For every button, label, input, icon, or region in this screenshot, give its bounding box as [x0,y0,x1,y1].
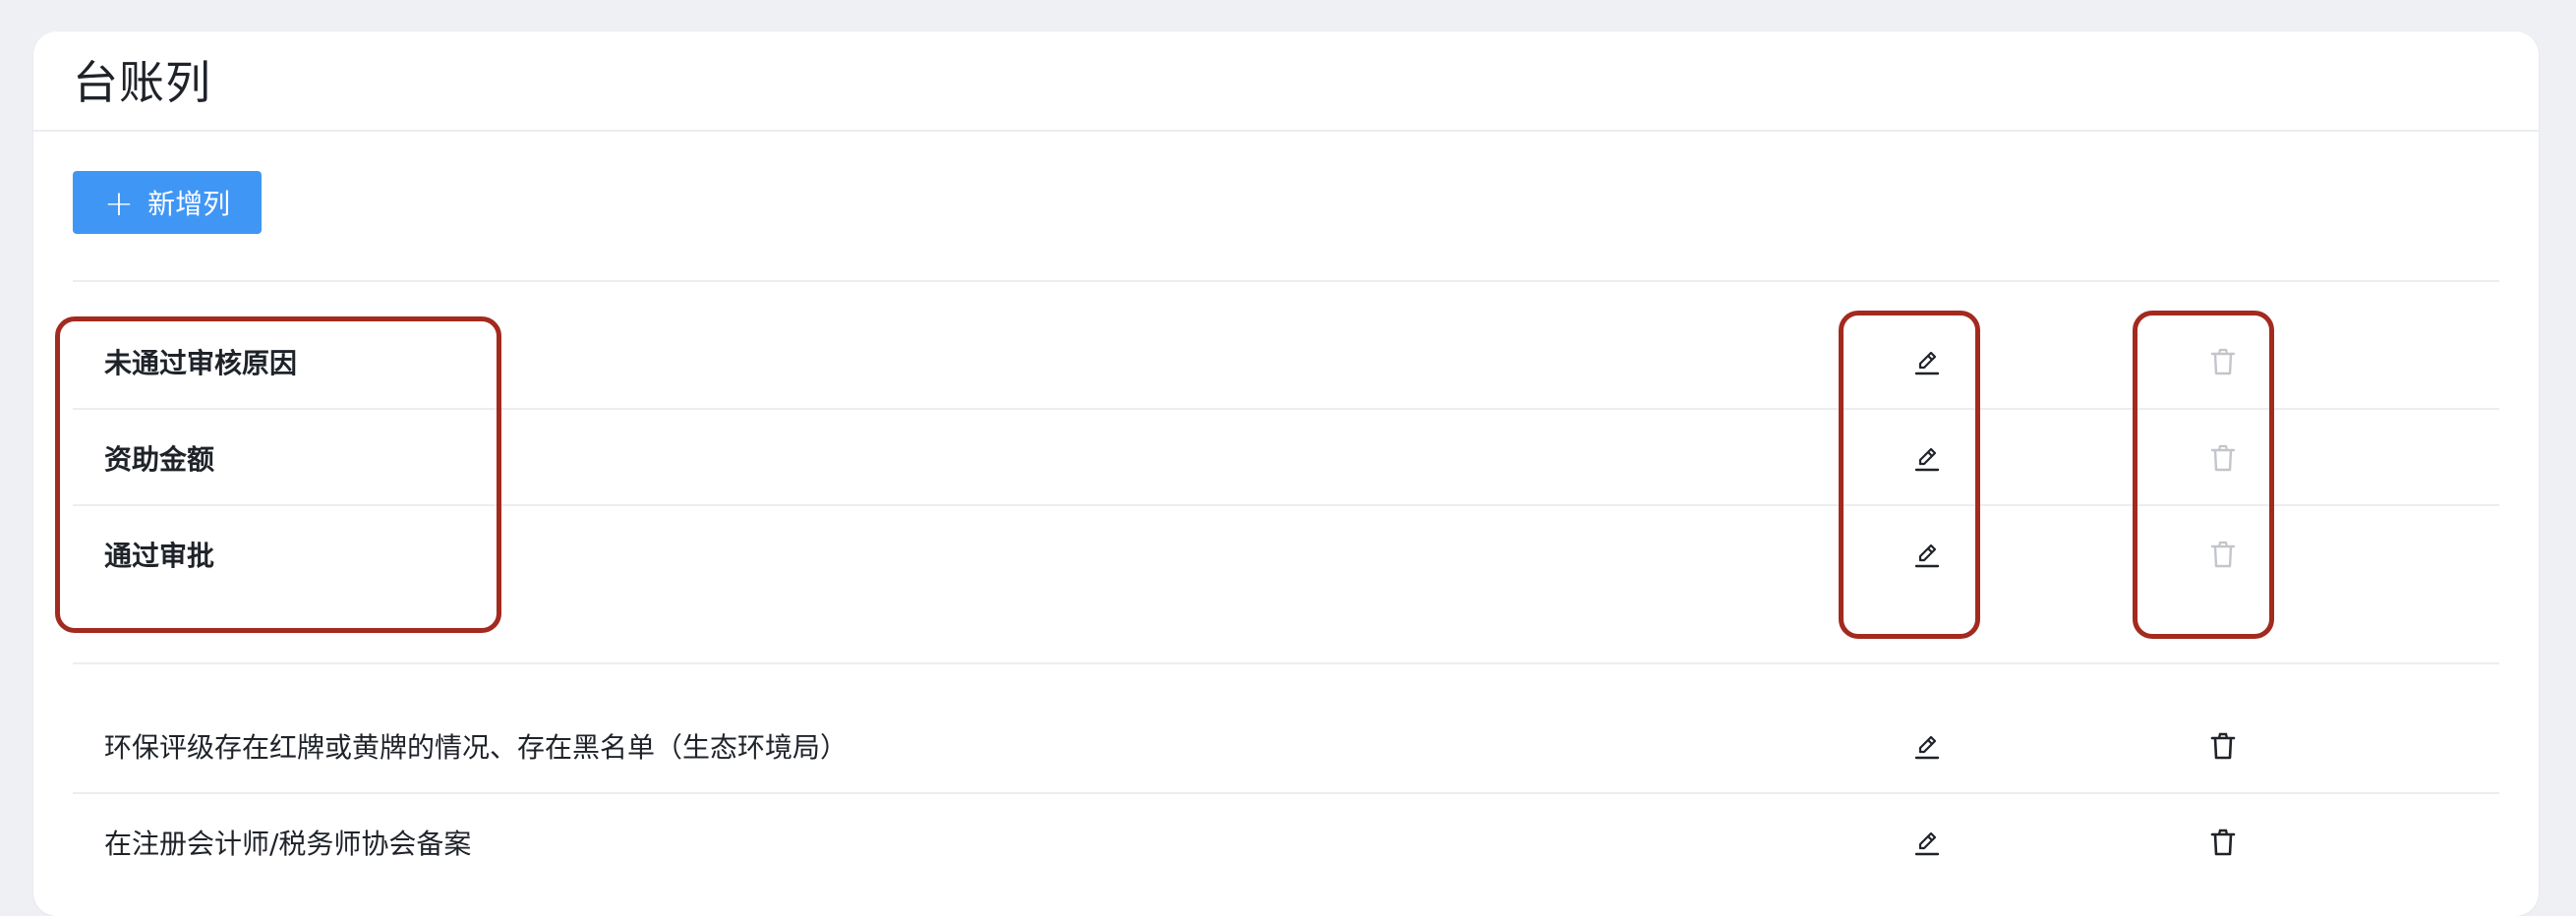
table-row: 通过审批 [73,506,2499,602]
column-name: 通过审批 [104,540,215,572]
trash-icon [2203,342,2243,381]
divider [73,280,2499,282]
column-name: 在注册会计师/税务师协会备案 [104,828,472,860]
section-divider [73,662,2499,664]
table-row: 环保评级存在红牌或黄牌的情况、存在黑名单（生态环境局） [73,698,2499,794]
edit-pen-icon[interactable] [1907,438,1947,478]
edit-pen-icon[interactable] [1907,342,1947,381]
add-column-label: 新增列 [147,188,231,220]
trash-icon [2203,438,2243,478]
column-name: 环保评级存在红牌或黄牌的情况、存在黑名单（生态环境局） [104,731,849,764]
edit-pen-icon[interactable] [1907,535,1947,574]
trash-icon [2203,535,2243,574]
column-name: 资助金额 [104,443,215,476]
page-title: 台账列 [73,56,211,109]
edit-pen-icon[interactable] [1907,726,1947,766]
card-header: 台账列 [33,31,2539,132]
column-name: 未通过审核原因 [104,347,298,379]
trash-icon[interactable] [2203,726,2243,766]
ledger-columns-card: 台账列 + 新增列 未通过审核原因 资助金额 通过审批 环保评级存在红牌或黄牌的… [33,31,2539,916]
table-row: 资助金额 [73,410,2499,506]
table-row: 未通过审核原因 [73,314,2499,410]
table-row: 在注册会计师/税务师协会备案 [73,794,2499,890]
add-column-button[interactable]: + 新增列 [73,171,262,234]
plus-icon: + [103,184,135,224]
trash-icon[interactable] [2203,823,2243,862]
edit-pen-icon[interactable] [1907,823,1947,862]
